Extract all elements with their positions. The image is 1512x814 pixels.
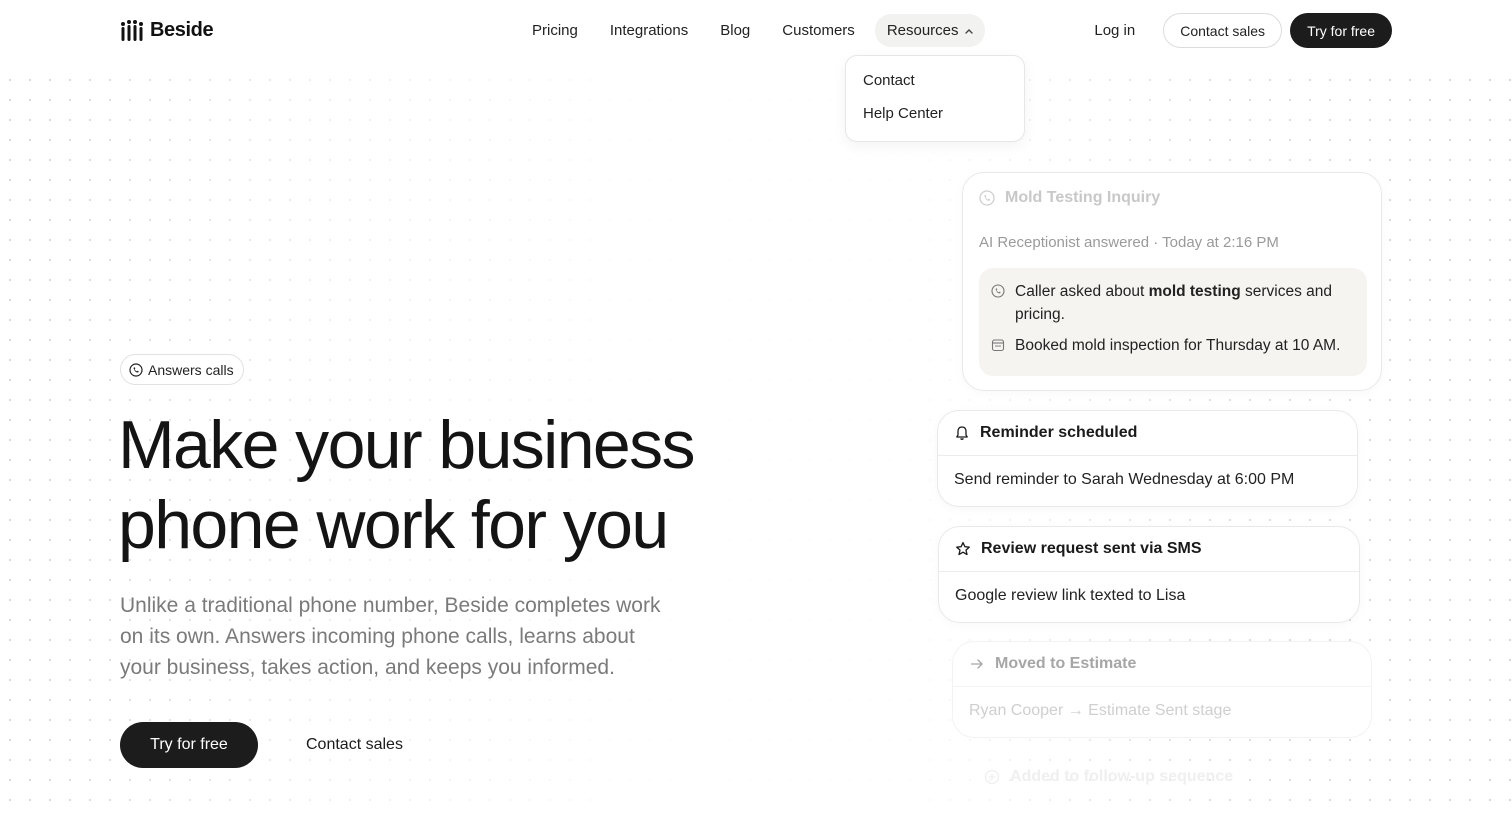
review-card-title: Review request sent via SMS <box>981 540 1202 557</box>
feature-badge-label: Answers calls <box>148 361 234 378</box>
try-for-free-button[interactable]: Try for free <box>1290 13 1392 48</box>
faded-activity-row: Added to follow-up sequence <box>984 768 1233 786</box>
nav-link-customers[interactable]: Customers <box>770 14 867 47</box>
reminder-card-title: Reminder scheduled <box>980 424 1138 441</box>
resources-label: Resources <box>886 22 959 39</box>
moved-card-body: Ryan Cooper → Estimate Sent stage <box>969 702 1232 719</box>
calendar-icon <box>991 339 1005 352</box>
review-card-body: Google review link texted to Lisa <box>955 587 1186 604</box>
hero-title: Make your business phone work for you <box>118 405 758 565</box>
resources-dropdown: Contact Help Center <box>845 55 1025 142</box>
top-navigation: Beside Pricing Integrations Blog Custome… <box>0 0 1512 62</box>
reminder-card-header: Reminder scheduled <box>938 411 1357 455</box>
nav-link-integrations[interactable]: Integrations <box>598 14 700 47</box>
pipeline-move-card: Moved to Estimate Ryan Cooper → Estimate… <box>952 641 1372 738</box>
chevron-up-icon <box>964 28 973 34</box>
moved-card-title: Moved to Estimate <box>995 655 1137 672</box>
login-link[interactable]: Log in <box>1080 14 1149 47</box>
dropdown-item-contact[interactable]: Contact <box>846 64 1024 97</box>
call-card-title-row: Mold Testing Inquiry <box>979 189 1160 207</box>
hero-title-line-1: Make your business <box>118 407 696 483</box>
nav-link-resources[interactable]: Resources <box>874 14 985 47</box>
nav-actions: Log in Contact sales Try for free <box>1080 13 1392 48</box>
contact-sales-button[interactable]: Contact sales <box>1163 13 1283 48</box>
review-request-card: Review request sent via SMS Google revie… <box>938 526 1360 623</box>
star-icon <box>956 541 970 556</box>
brand-name: Beside <box>150 19 214 41</box>
moved-card-header: Moved to Estimate <box>953 642 1371 686</box>
hero-try-for-free-button[interactable]: Try for free <box>120 722 258 768</box>
summary-inquiry-text: Caller asked about mold testing services… <box>1015 280 1355 326</box>
feature-badge: Answers calls <box>120 354 244 385</box>
bell-icon <box>956 426 968 440</box>
nav-link-blog[interactable]: Blog <box>708 14 762 47</box>
hero-subtitle: Unlike a traditional phone number, Besid… <box>120 594 661 679</box>
reminder-card-body: Send reminder to Sarah Wednesday at 6:00… <box>954 471 1295 488</box>
faded-activity-title: Added to follow-up sequence <box>1010 768 1234 785</box>
summary-row-inquiry: Caller asked about mold testing services… <box>991 280 1355 326</box>
summary-row-booking: Booked mold inspection for Thursday at 1… <box>991 334 1355 357</box>
nav-link-pricing[interactable]: Pricing <box>520 14 590 47</box>
phone-circle-icon <box>129 362 143 377</box>
review-card-header: Review request sent via SMS <box>939 527 1359 571</box>
beside-logo-icon <box>121 19 143 41</box>
plus-circle-icon <box>984 769 1000 785</box>
call-summary-card: Mold Testing Inquiry AI Receptionist ans… <box>962 172 1382 391</box>
reminder-card: Reminder scheduled Send reminder to Sara… <box>937 410 1358 507</box>
summary-inquiry-prefix: Caller asked about <box>1015 283 1149 300</box>
summary-booking-text: Booked mold inspection for Thursday at 1… <box>1015 337 1341 354</box>
call-card-meta: AI Receptionist answered · Today at 2:16… <box>979 234 1279 251</box>
call-summary-box: Caller asked about mold testing services… <box>979 268 1367 376</box>
main-menu: Pricing Integrations Blog Customers Reso… <box>520 14 993 47</box>
hero-title-line-2: phone work for you <box>118 487 669 563</box>
arrow-right-icon <box>970 659 983 669</box>
summary-inquiry-topic: mold testing <box>1148 283 1241 300</box>
call-card-title: Mold Testing Inquiry <box>1005 189 1161 206</box>
brand-logo[interactable]: Beside <box>120 19 214 42</box>
phone-circle-icon <box>991 284 1005 298</box>
hero-contact-sales-button[interactable]: Contact sales <box>290 722 419 768</box>
dropdown-item-help-center[interactable]: Help Center <box>846 97 1024 130</box>
phone-circle-icon <box>979 190 995 206</box>
